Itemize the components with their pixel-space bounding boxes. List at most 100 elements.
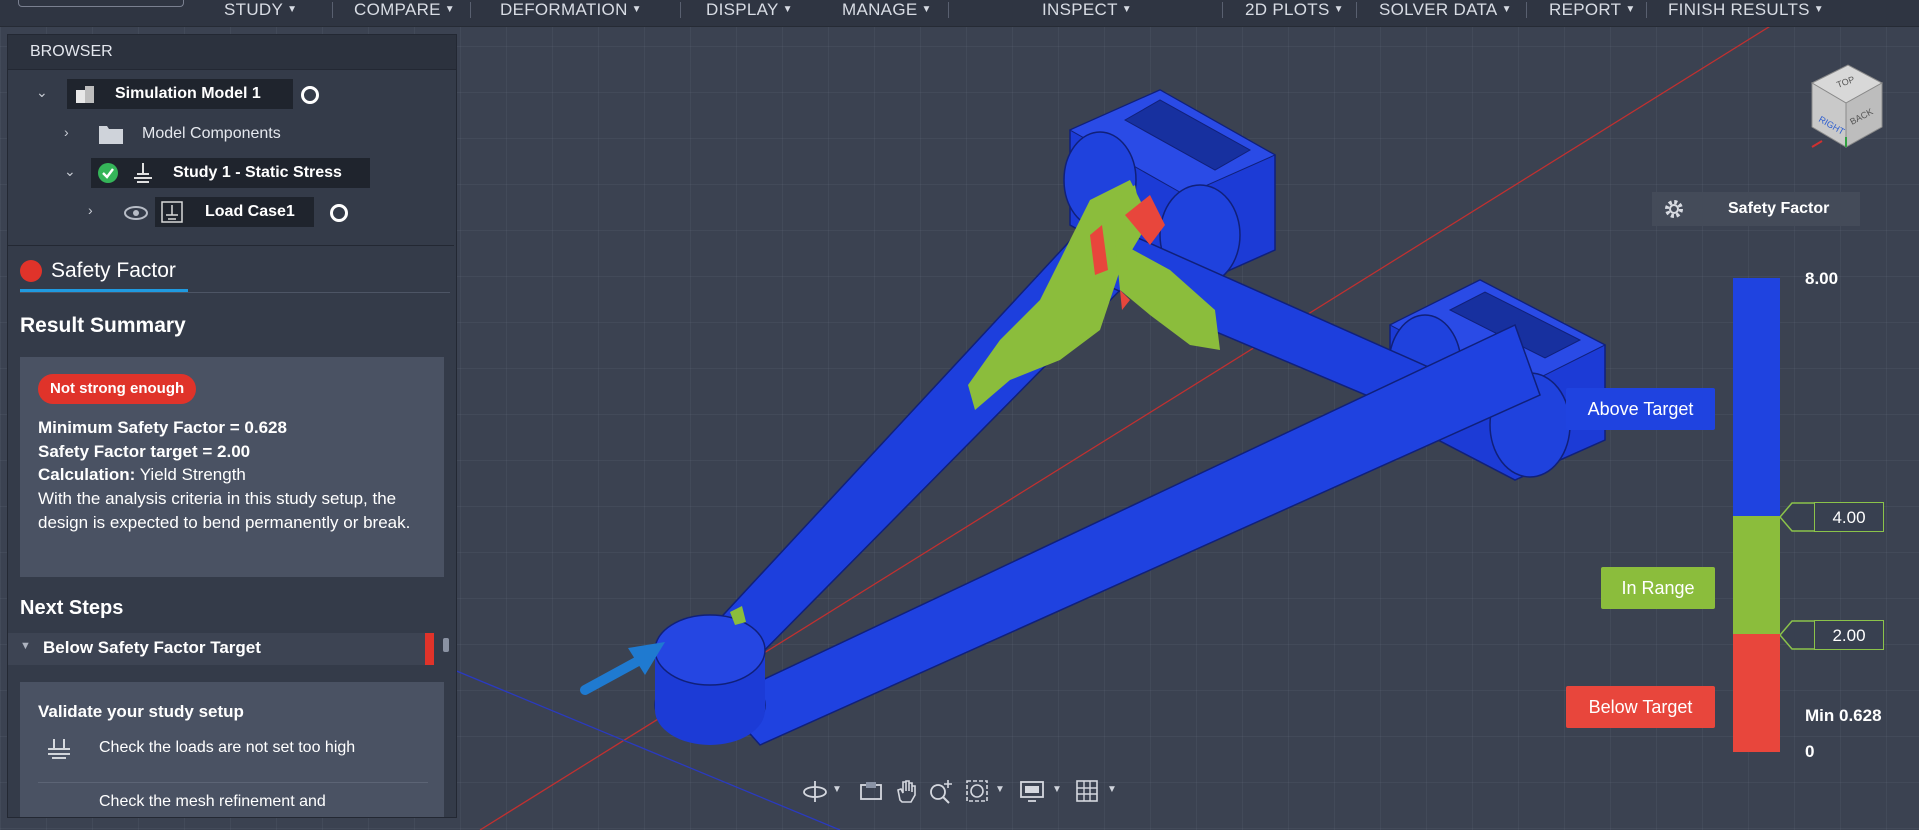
menu-divider xyxy=(680,2,681,18)
chevron-down-icon: ▼ xyxy=(782,4,793,15)
fit-icon[interactable] xyxy=(964,778,990,804)
visibility-ring-icon[interactable] xyxy=(330,204,348,222)
result-summary-heading: Result Summary xyxy=(20,314,186,337)
menu-2d-plots-label: 2D PLOTS xyxy=(1245,0,1330,19)
safety-factor-target-text: Safety Factor target = 2.00 xyxy=(38,442,251,461)
menu-divider xyxy=(1646,2,1647,18)
below-target-button[interactable]: Below Target xyxy=(1566,686,1715,728)
chevron-right-icon[interactable]: › xyxy=(64,124,69,140)
tree-item-model-components[interactable]: › Model Components xyxy=(8,119,454,151)
menu-display[interactable]: DISPLAY ▼ xyxy=(706,0,793,22)
validate-setup-title: Validate your study setup xyxy=(38,702,244,721)
browser-title: BROWSER xyxy=(8,35,456,70)
result-tab-label: Safety Factor xyxy=(51,259,176,282)
view-cube[interactable]: TOP RIGHT BACK xyxy=(1800,55,1890,155)
panel-scrollbar[interactable] xyxy=(443,638,449,652)
threshold-pointer-icon[interactable] xyxy=(1780,502,1816,532)
menu-solver-data[interactable]: SOLVER DATA ▼ xyxy=(1379,0,1512,22)
chevron-down-icon[interactable]: ▼ xyxy=(1052,784,1062,795)
eye-icon[interactable] xyxy=(124,205,148,221)
look-at-icon[interactable] xyxy=(858,778,884,804)
ribbon-dropdown-box xyxy=(18,0,184,7)
status-badge: Not strong enough xyxy=(38,374,197,404)
above-target-button[interactable]: Above Target xyxy=(1566,388,1715,430)
menu-divider xyxy=(1356,2,1357,18)
visibility-ring-icon[interactable] xyxy=(301,86,319,104)
next-steps-heading: Next Steps xyxy=(20,597,124,619)
chevron-down-icon: ▼ xyxy=(631,4,642,15)
menu-study-label: STUDY xyxy=(224,0,284,19)
chevron-right-icon[interactable]: › xyxy=(88,202,93,218)
pan-icon[interactable] xyxy=(893,778,919,804)
validate-setup-card: Validate your study setup Check the load… xyxy=(20,682,444,817)
legend-below-segment xyxy=(1733,634,1780,752)
tree-item-simulation-model[interactable]: ⌄ Simulation Model 1 xyxy=(8,79,454,111)
simulation-model-label: Simulation Model 1 xyxy=(115,85,261,102)
menu-divider xyxy=(1222,2,1223,18)
tree-item-study[interactable]: ⌄ Study 1 - Static Stress xyxy=(8,158,454,190)
upper-threshold-input[interactable]: 4.00 xyxy=(1814,502,1884,532)
tree-label-simulation-model[interactable]: Simulation Model 1 xyxy=(67,79,293,109)
chevron-down-icon[interactable]: ▼ xyxy=(832,784,842,795)
load-case-label: Load Case1 xyxy=(205,203,295,220)
static-stress-icon xyxy=(134,163,152,183)
grid-icon[interactable] xyxy=(1074,778,1100,804)
menu-inspect[interactable]: INSPECT ▼ xyxy=(1042,0,1132,22)
tab-divider xyxy=(20,292,450,293)
a-arm-model xyxy=(580,89,1607,746)
menu-report-label: REPORT xyxy=(1549,0,1622,19)
menu-deformation[interactable]: DEFORMATION ▼ xyxy=(500,0,642,22)
chevron-down-icon: ▼ xyxy=(921,4,932,15)
step-check-mesh: Check the mesh refinement and xyxy=(99,793,326,810)
collapse-triangle-icon[interactable]: ▼ xyxy=(20,640,31,652)
menu-finish-results[interactable]: FINISH RESULTS ▼ xyxy=(1668,0,1824,22)
tree-label-study[interactable]: Study 1 - Static Stress xyxy=(91,158,370,188)
model-components-label: Model Components xyxy=(142,125,281,142)
ribbon-menu-bar: STUDY ▼ COMPARE ▼ DEFORMATION ▼ DISPLAY ▼ MA… xyxy=(0,0,1919,27)
menu-inspect-label: INSPECT xyxy=(1042,0,1118,19)
tree-item-load-case[interactable]: › Load Case1 xyxy=(8,197,454,229)
check-circle-icon xyxy=(98,163,118,183)
step-check-loads: Check the loads are not set too high xyxy=(99,739,356,756)
in-range-button[interactable]: In Range xyxy=(1601,567,1715,609)
chevron-down-icon: ▼ xyxy=(1501,4,1512,15)
calculation-label: Calculation: xyxy=(38,465,136,484)
menu-manage[interactable]: MANAGE ▼ xyxy=(842,0,932,22)
gear-icon[interactable] xyxy=(1662,197,1686,221)
orbit-icon[interactable] xyxy=(802,778,828,804)
chevron-down-icon[interactable]: ▼ xyxy=(1107,784,1117,795)
navigation-toolbar: ▼ ▼ ▼ ▼ xyxy=(790,774,1130,808)
legend-zero-label: 0 xyxy=(1805,742,1815,761)
menu-compare[interactable]: COMPARE ▼ xyxy=(354,0,455,22)
legend-header[interactable]: Safety Factor xyxy=(1652,192,1860,226)
chevron-down-icon: ▼ xyxy=(1813,4,1824,15)
legend-min-label: Min 0.628 xyxy=(1805,706,1882,725)
chevron-down-icon: ▼ xyxy=(1121,4,1132,15)
menu-2d-plots[interactable]: 2D PLOTS ▼ xyxy=(1245,0,1344,22)
chevron-down-icon: ▼ xyxy=(444,4,455,15)
load-case-icon xyxy=(161,201,183,223)
calculation-value: Yield Strength xyxy=(139,465,246,484)
simulation-model-icon xyxy=(76,86,94,103)
display-settings-icon[interactable] xyxy=(1018,778,1046,804)
loads-icon xyxy=(48,739,70,759)
lower-threshold-input[interactable]: 2.00 xyxy=(1814,620,1884,650)
menu-report[interactable]: REPORT ▼ xyxy=(1549,0,1636,22)
chevron-down-icon[interactable]: ▼ xyxy=(995,784,1005,795)
menu-divider xyxy=(470,2,471,18)
legend-in-range-segment xyxy=(1733,516,1780,634)
zoom-icon[interactable] xyxy=(928,778,956,804)
folder-icon xyxy=(99,126,123,144)
below-target-group[interactable]: ▼ Below Safety Factor Target xyxy=(8,633,434,665)
menu-finish-results-label: FINISH RESULTS xyxy=(1668,0,1810,19)
browser-panel: BROWSER ⌄ Simulation Model 1 › Model Com… xyxy=(7,34,457,818)
threshold-pointer-icon[interactable] xyxy=(1780,620,1816,650)
menu-deformation-label: DEFORMATION xyxy=(500,0,628,19)
severity-indicator xyxy=(425,633,434,665)
menu-study[interactable]: STUDY ▼ xyxy=(224,0,297,22)
chevron-down-icon[interactable]: ⌄ xyxy=(64,163,76,180)
menu-divider xyxy=(1526,2,1527,18)
chevron-down-icon[interactable]: ⌄ xyxy=(36,84,48,101)
browser-divider xyxy=(8,245,454,246)
tree-label-load-case[interactable]: Load Case1 xyxy=(155,197,314,227)
